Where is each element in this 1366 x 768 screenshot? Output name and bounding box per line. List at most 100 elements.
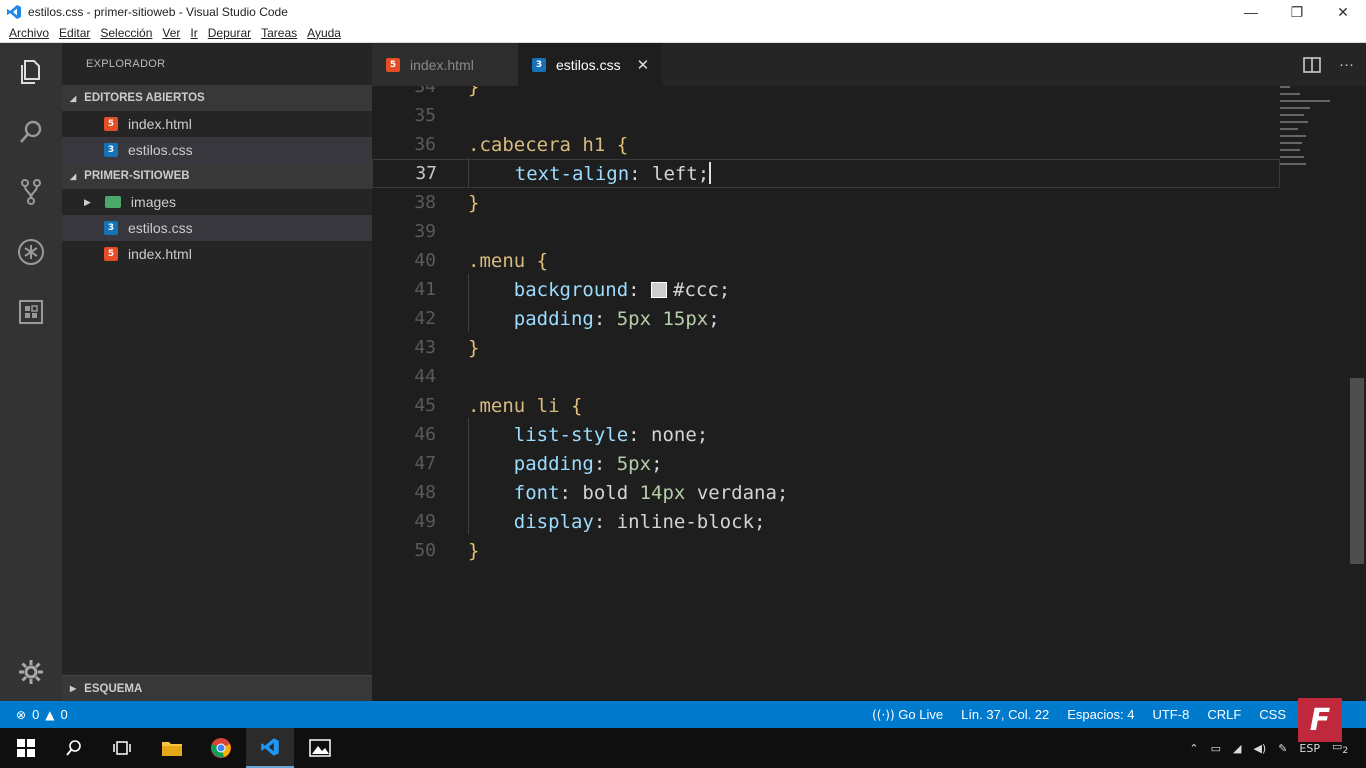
- indentation-setting[interactable]: Espacios: 4: [1067, 707, 1134, 722]
- code-token: :: [628, 423, 652, 446]
- code-token: inline-block;: [616, 510, 766, 533]
- source-control-icon[interactable]: [0, 163, 62, 221]
- line-number: 49: [414, 511, 436, 532]
- line-number: 50: [414, 540, 436, 561]
- volume-icon[interactable]: ◀): [1253, 742, 1266, 755]
- code-editor[interactable]: 34} 35 36 .cabecera h1 {37 text-align: left…: [372, 86, 1366, 701]
- close-tab-icon[interactable]: ✕: [637, 56, 650, 74]
- input-language[interactable]: ESP: [1299, 742, 1320, 755]
- code-line[interactable]: 49 display: inline-block;: [372, 507, 1280, 536]
- taskbar-vscode[interactable]: [246, 728, 294, 768]
- code-line[interactable]: 40 .menu {: [372, 246, 1280, 275]
- tree-item-label: estilos.css: [128, 220, 193, 236]
- split-editor-icon[interactable]: [1303, 56, 1321, 73]
- code-token: :: [559, 481, 583, 504]
- code-line[interactable]: 44: [372, 362, 1280, 391]
- go-live-button[interactable]: ((·)) Go Live: [872, 707, 943, 722]
- taskbar-file-explorer[interactable]: [148, 728, 196, 768]
- code-line[interactable]: 36 .cabecera h1 {: [372, 130, 1280, 159]
- menu-editar[interactable]: Editar: [59, 26, 90, 40]
- editor-tab-bar: 5 index.html 3 estilos.css ✕ ···: [372, 43, 1366, 86]
- caret-right-icon: ▶: [84, 196, 91, 207]
- menu-seleccion[interactable]: Selección: [100, 26, 152, 40]
- vscode-icon: [261, 738, 279, 756]
- line-code: .menu li {: [468, 395, 582, 417]
- code-token: #ccc;: [673, 278, 731, 301]
- taskbar-chrome[interactable]: [197, 728, 245, 768]
- title-bar: estilos.css - primer-sitioweb - Visual S…: [0, 0, 1366, 24]
- open-editor-item-estilos-css[interactable]: 3 estilos.css: [62, 137, 372, 163]
- code-line[interactable]: 39: [372, 217, 1280, 246]
- open-editors-header[interactable]: ◢ EDITORES ABIERTOS: [62, 85, 372, 111]
- warning-count: 0: [60, 707, 68, 722]
- task-view-button[interactable]: [98, 728, 146, 768]
- tab-index-html[interactable]: 5 index.html: [372, 43, 518, 86]
- language-mode[interactable]: CSS: [1259, 707, 1286, 722]
- battery-icon[interactable]: ▭: [1211, 742, 1221, 755]
- chrome-icon: [211, 738, 231, 758]
- color-swatch[interactable]: [651, 281, 668, 298]
- code-token: }: [468, 86, 480, 98]
- tree-item-index-html[interactable]: 5 index.html: [62, 241, 372, 267]
- html-file-icon: 5: [104, 247, 118, 261]
- menu-ayuda[interactable]: Ayuda: [307, 26, 341, 40]
- tab-estilos-css[interactable]: 3 estilos.css ✕: [518, 43, 662, 86]
- outline-header[interactable]: ▶ ESQUEMA: [62, 675, 372, 701]
- project-header[interactable]: ◢ PRIMER-SITIOWEB: [62, 163, 372, 189]
- code-line[interactable]: 46 list-style: none;: [372, 420, 1280, 449]
- tree-item-images[interactable]: ▶ images: [62, 189, 372, 215]
- vertical-scrollbar-thumb[interactable]: [1350, 378, 1364, 564]
- debug-icon[interactable]: [0, 223, 62, 281]
- code-line[interactable]: 42 padding: 5px 15px;: [372, 304, 1280, 333]
- line-number: 43: [414, 337, 436, 358]
- error-icon: ⊗: [16, 707, 27, 722]
- code-token: :: [628, 278, 652, 301]
- maximize-button[interactable]: ❐: [1274, 0, 1320, 24]
- code-line[interactable]: 50}: [372, 536, 1280, 565]
- close-button[interactable]: ✕: [1320, 0, 1366, 24]
- menu-tareas[interactable]: Tareas: [261, 26, 297, 40]
- open-editor-label: index.html: [128, 116, 192, 132]
- menu-ver[interactable]: Ver: [162, 26, 180, 40]
- open-editor-item-index-html[interactable]: 5 index.html: [62, 111, 372, 137]
- menu-depurar[interactable]: Depurar: [208, 26, 251, 40]
- chevron-up-icon[interactable]: ⌃: [1189, 742, 1198, 755]
- code-line[interactable]: 34}: [372, 86, 1280, 101]
- taskbar-photos[interactable]: [296, 728, 344, 768]
- minimap[interactable]: [1280, 86, 1340, 196]
- start-button[interactable]: [2, 728, 50, 768]
- search-icon[interactable]: [0, 103, 62, 161]
- html-file-icon: 5: [386, 57, 400, 72]
- code-line[interactable]: 37 text-align: left;: [372, 159, 1280, 188]
- line-code: }: [468, 192, 479, 214]
- code-line[interactable]: 47 padding: 5px;: [372, 449, 1280, 478]
- css-file-icon: 3: [104, 221, 118, 235]
- code-line[interactable]: 48 font: bold 14px verdana;: [372, 478, 1280, 507]
- tree-item-estilos-css[interactable]: 3 estilos.css: [62, 215, 372, 241]
- tab-label: index.html: [410, 56, 474, 73]
- code-line[interactable]: 35: [372, 101, 1280, 130]
- taskbar-search-button[interactable]: [50, 728, 98, 768]
- cursor-position[interactable]: Lín. 37, Col. 22: [961, 707, 1049, 722]
- code-line[interactable]: 43}: [372, 333, 1280, 362]
- explorer-icon[interactable]: [0, 43, 62, 101]
- network-icon[interactable]: ◢: [1233, 742, 1241, 755]
- code-line[interactable]: 45 .menu li {: [372, 391, 1280, 420]
- extensions-icon[interactable]: [0, 283, 62, 341]
- code-token: :: [593, 307, 617, 330]
- notifications-icon[interactable]: ▭2: [1332, 740, 1358, 756]
- minimize-button[interactable]: —: [1228, 0, 1274, 24]
- more-actions-icon[interactable]: ···: [1339, 56, 1354, 73]
- menu-archivo[interactable]: Archivo: [9, 26, 49, 40]
- menu-ir[interactable]: Ir: [190, 26, 197, 40]
- settings-gear-icon[interactable]: [0, 643, 62, 701]
- eol-setting[interactable]: CRLF: [1207, 707, 1241, 722]
- code-token: background: [468, 278, 629, 301]
- code-line[interactable]: 41 background: #ccc;: [372, 275, 1280, 304]
- code-token: bold: [582, 481, 640, 504]
- problems-indicator[interactable]: ⊗ 0 ▲ 0: [16, 707, 68, 722]
- line-number: 36: [414, 134, 436, 155]
- pen-icon[interactable]: ✎: [1278, 742, 1287, 755]
- encoding-setting[interactable]: UTF-8: [1152, 707, 1189, 722]
- code-line[interactable]: 38}: [372, 188, 1280, 217]
